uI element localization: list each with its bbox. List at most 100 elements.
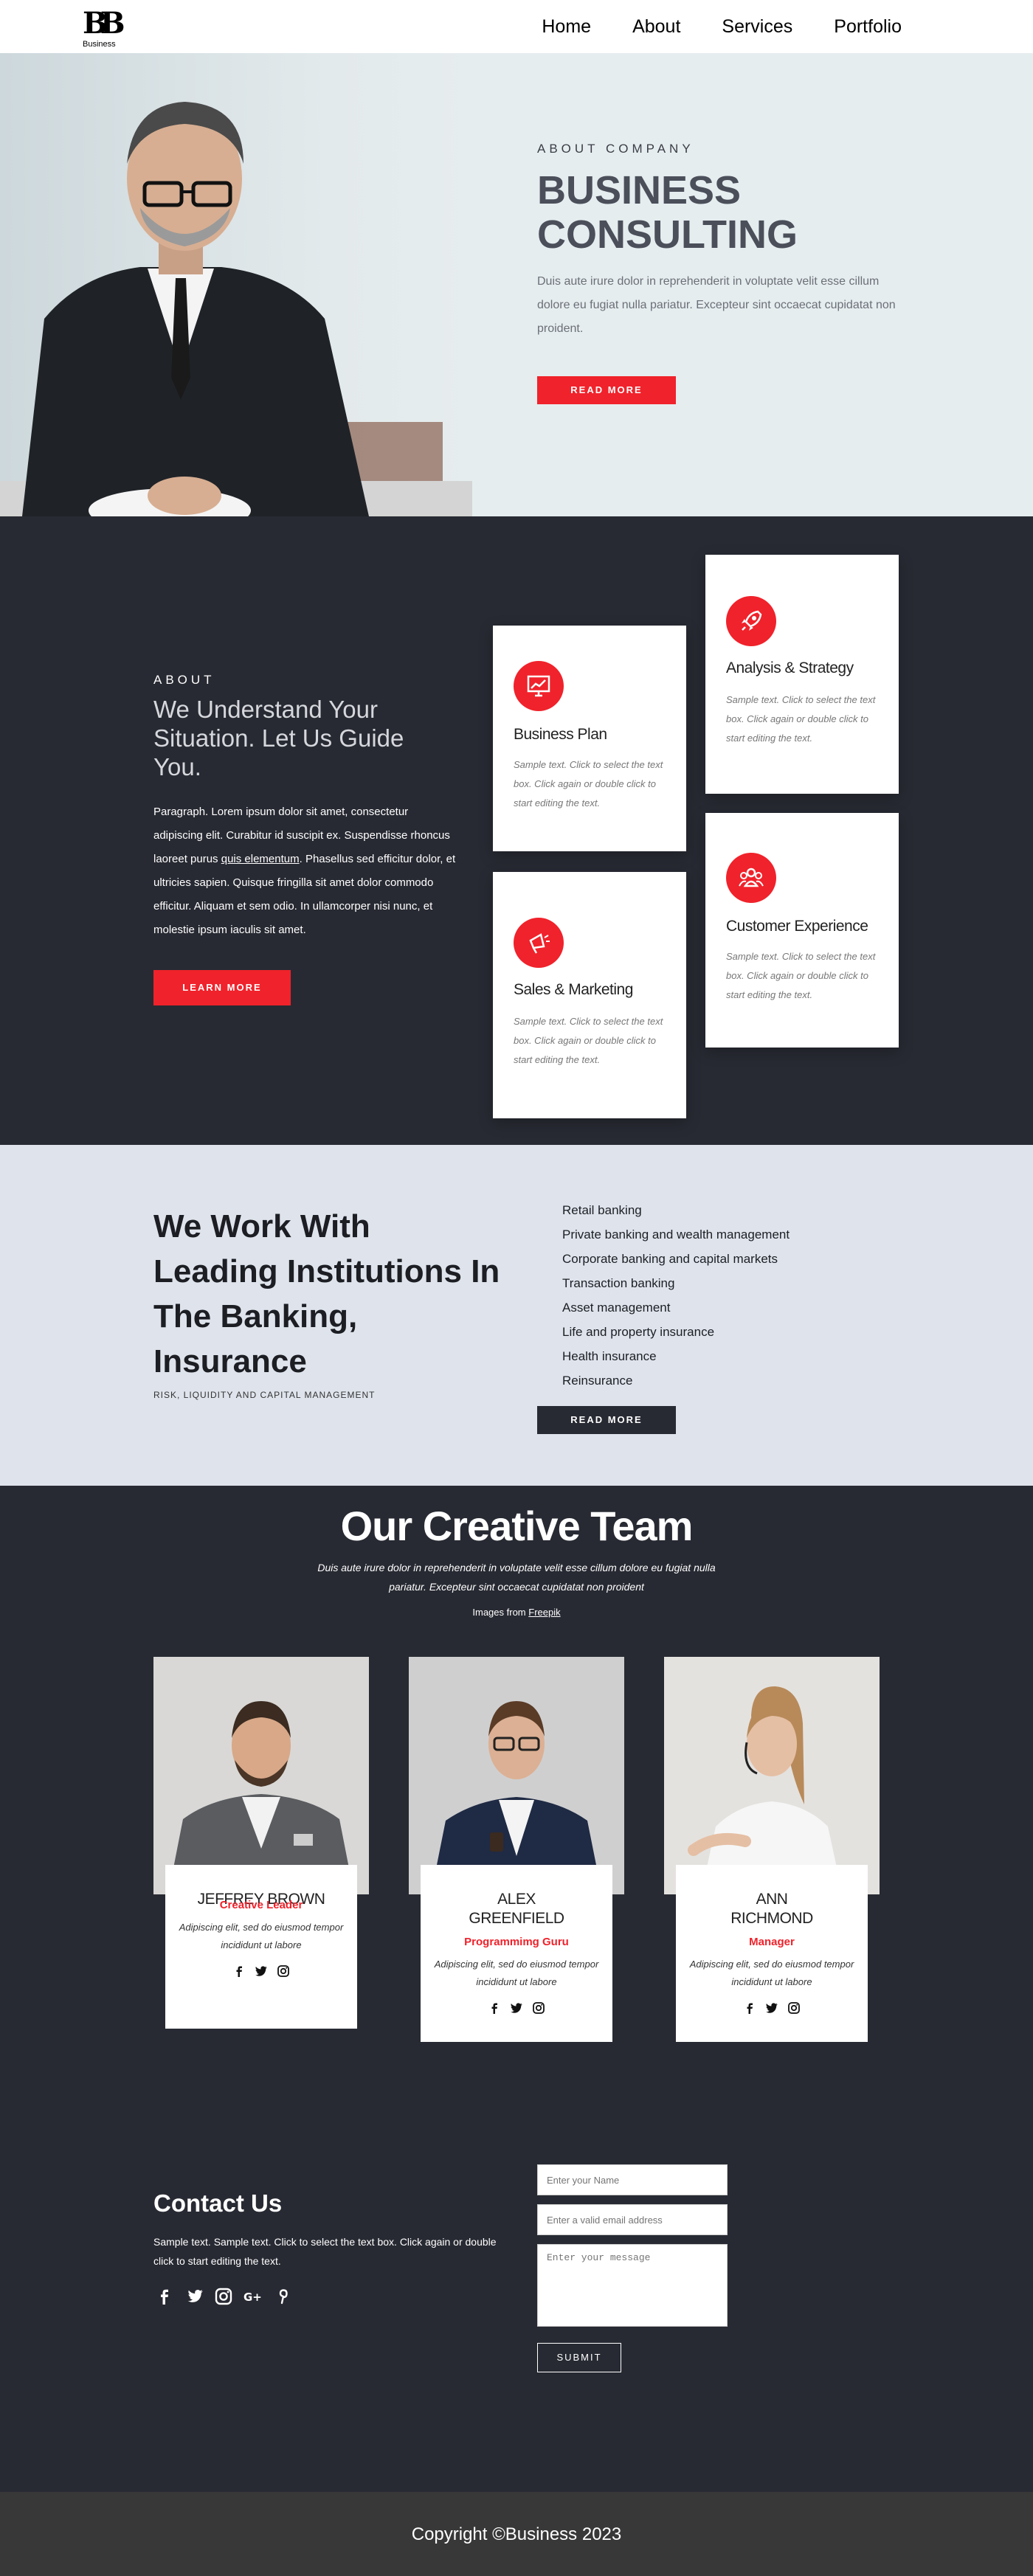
hero-read-more-button[interactable]: READ MORE <box>537 376 676 404</box>
instagram-icon[interactable] <box>787 2001 801 2015</box>
member-card-ann: ANN RICHMOND Manager Adipiscing elit, sed… <box>676 1865 868 2042</box>
about-eyebrow: ABOUT <box>153 673 215 687</box>
list-item: Reinsurance <box>562 1374 633 1388</box>
hero-title-line2: CONSULTING <box>537 212 798 257</box>
card-body: Sample text. Click to select the text bo… <box>514 759 663 809</box>
card-body: Sample text. Click to select the text bo… <box>726 694 876 744</box>
member-card-jeffrey: JEFFREY BROWN Creative Leader Adipiscing… <box>165 1865 357 2029</box>
megaphone-icon <box>514 918 564 968</box>
nav-portfolio-link[interactable]: Portfolio <box>834 16 902 38</box>
service-card-customer-experience[interactable]: Customer Experience Sample text. Click t… <box>705 813 899 1048</box>
hero-body: Duis aute irure dolor in reprehenderit i… <box>537 275 896 335</box>
instagram-icon[interactable] <box>532 2001 545 2015</box>
member-text: Adipiscing elit, sed do eiusmod tempor i… <box>689 1959 854 1987</box>
member-text: Adipiscing elit, sed do eiusmod tempor i… <box>179 1922 344 1950</box>
member-role: Manager <box>749 1936 795 1948</box>
top-nav: BB Business Home About Services Portfoli… <box>0 0 1033 53</box>
svg-text:G+: G+ <box>243 2291 262 2304</box>
member-social-links <box>421 2001 612 2015</box>
google-plus-icon[interactable]: G+ <box>242 2285 264 2307</box>
about-title: We Understand Your Situation. Let Us Gui… <box>153 696 404 780</box>
hero-eyebrow: ABOUT COMPANY <box>537 142 694 156</box>
service-card-sales-marketing[interactable]: Sales & Marketing Sample text. Click to … <box>493 872 686 1118</box>
about-body-link[interactable]: quis elementum <box>221 853 300 865</box>
member-photo-jeffrey <box>153 1657 369 1894</box>
list-item: Corporate banking and capital markets <box>562 1252 778 1266</box>
contact-text: Sample text. Sample text. Click to selec… <box>153 2236 497 2267</box>
card-title: Customer Experience <box>726 918 868 935</box>
about-body: Paragraph. Lorem ipsum dolor sit amet, c… <box>153 800 456 942</box>
instagram-icon[interactable] <box>213 2285 235 2307</box>
card-title: Analysis & Strategy <box>726 659 854 676</box>
list-item: Asset management <box>562 1301 671 1315</box>
member-social-links <box>676 2001 868 2015</box>
learn-more-button[interactable]: LEARN MORE <box>153 970 291 1005</box>
team-section: Our Creative Team Duis aute irure dolor … <box>0 1486 1033 2126</box>
freepik-link[interactable]: Freepik <box>528 1607 560 1618</box>
member-name-line2: GREENFIELD <box>469 1910 564 1927</box>
facebook-icon[interactable] <box>232 1964 246 1978</box>
member-photo-alex <box>409 1657 624 1894</box>
service-card-business-plan[interactable]: Business Plan Sample text. Click to sele… <box>493 626 686 851</box>
institutions-list: Retail banking Private banking and wealt… <box>562 1198 790 1393</box>
list-item: Life and property insurance <box>562 1325 715 1339</box>
member-name-line1: ALEX <box>497 1891 536 1908</box>
facebook-icon[interactable] <box>488 2001 501 2015</box>
instagram-icon[interactable] <box>277 1964 290 1978</box>
twitter-icon[interactable] <box>183 2285 205 2307</box>
card-title: Sales & Marketing <box>514 981 633 998</box>
team-title: Our Creative Team <box>340 1503 694 1549</box>
list-item: Health insurance <box>562 1349 657 1363</box>
about-section: ABOUT We Understand Your Situation. Let … <box>0 516 1033 1145</box>
card-body: Sample text. Click to select the text bo… <box>514 1016 663 1065</box>
list-item: Transaction banking <box>562 1276 675 1290</box>
nav-about-link[interactable]: About <box>632 16 680 38</box>
twitter-icon[interactable] <box>510 2001 523 2015</box>
logo-text: Business <box>83 40 116 49</box>
nav-home-link[interactable]: Home <box>542 16 591 38</box>
institutions-subtitle: RISK, LIQUIDITY AND CAPITAL MANAGEMENT <box>153 1390 376 1400</box>
member-card-alex: ALEX GREENFIELD Programmimg Guru Adipisci… <box>421 1865 612 2042</box>
card-title: Business Plan <box>514 726 607 743</box>
twitter-icon[interactable] <box>765 2001 778 2015</box>
list-item: Retail banking <box>562 1203 642 1217</box>
email-field[interactable] <box>537 2204 728 2235</box>
member-social-links <box>165 1964 357 1978</box>
facebook-icon[interactable] <box>153 2285 176 2307</box>
businessman-photo <box>0 53 472 516</box>
message-field[interactable] <box>537 2244 728 2327</box>
service-card-analysis-strategy[interactable]: Analysis & Strategy Sample text. Click t… <box>705 555 899 794</box>
rocket-icon <box>726 596 776 646</box>
member-role: Creative Leader <box>219 1899 303 1911</box>
twitter-icon[interactable] <box>255 1964 268 1978</box>
image-credit: Images from Freepik <box>0 1607 1033 1618</box>
member-text: Adipiscing elit, sed do eiusmod tempor i… <box>434 1959 599 1987</box>
member-photo-ann <box>664 1657 880 1894</box>
logo-mark: BB <box>83 6 125 41</box>
brand-logo[interactable]: BB Business <box>83 6 125 50</box>
group-icon <box>726 853 776 903</box>
about-text: ABOUT We Understand Your Situation. Let … <box>153 673 456 1005</box>
member-name-line1: ANN <box>756 1891 788 1908</box>
contact-social-links: G+ <box>153 2285 294 2307</box>
team-intro: Duis aute irure dolor in reprehenderit i… <box>317 1562 716 1593</box>
member-role: Programmimg Guru <box>464 1936 569 1948</box>
member-name-line2: RICHMOND <box>730 1910 813 1927</box>
main-menu: Home About Services Portfolio <box>542 16 902 38</box>
pinterest-icon[interactable] <box>272 2285 294 2307</box>
member-name: ANN RICHMOND <box>676 1890 868 1928</box>
list-item: Private banking and wealth management <box>562 1228 790 1242</box>
name-field[interactable] <box>537 2164 728 2195</box>
hero-title: BUSINESS CONSULTING <box>537 168 906 257</box>
hero-text: ABOUT COMPANY BUSINESS CONSULTING Duis a… <box>537 142 906 404</box>
credit-prefix: Images from <box>472 1607 529 1618</box>
institutions-title: We Work With Leading Institutions In The… <box>153 1208 500 1379</box>
institutions-read-more-button[interactable]: READ MORE <box>537 1406 676 1434</box>
submit-button[interactable]: SUBMIT <box>537 2343 621 2372</box>
copyright-text: Copyright ©Business 2023 <box>411 2524 622 2544</box>
contact-section: Contact Us Sample text. Sample text. Cli… <box>0 2126 1033 2492</box>
card-body: Sample text. Click to select the text bo… <box>726 951 876 1000</box>
member-name: ALEX GREENFIELD <box>421 1890 612 1928</box>
facebook-icon[interactable] <box>743 2001 756 2015</box>
nav-services-link[interactable]: Services <box>722 16 792 38</box>
